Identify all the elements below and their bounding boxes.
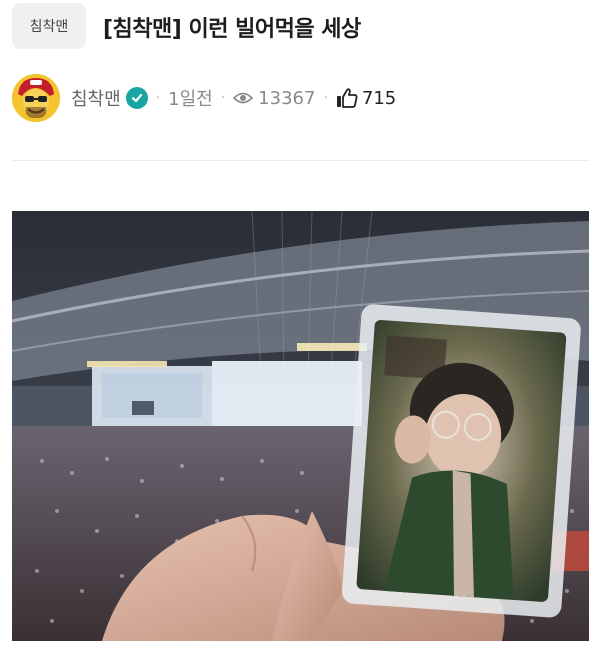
post-image[interactable] [12,211,589,641]
author-name[interactable]: 침착맨 [71,85,121,111]
separator-dot: · [323,90,328,106]
verified-check-icon [125,87,148,109]
like-count[interactable]: 715 [336,88,396,109]
view-count-value: 13367 [258,87,316,109]
separator-dot: · [220,90,226,106]
separator-dot: · [155,90,161,106]
like-count-value: 715 [361,87,397,109]
post-meta: 침착맨 · 1일전 · 13367 · 715 [12,74,597,122]
divider [12,160,589,161]
author-avatar[interactable] [12,74,60,122]
view-count: 13367 [233,88,315,109]
eye-icon [233,91,254,105]
post-time: 1일전 [168,89,213,110]
concert-photo [12,211,589,641]
thumbs-up-icon[interactable] [336,88,358,108]
post-title: [침착맨] 이런 빌어먹을 세상 [103,17,361,42]
category-tag[interactable]: 침착맨 [12,3,86,49]
